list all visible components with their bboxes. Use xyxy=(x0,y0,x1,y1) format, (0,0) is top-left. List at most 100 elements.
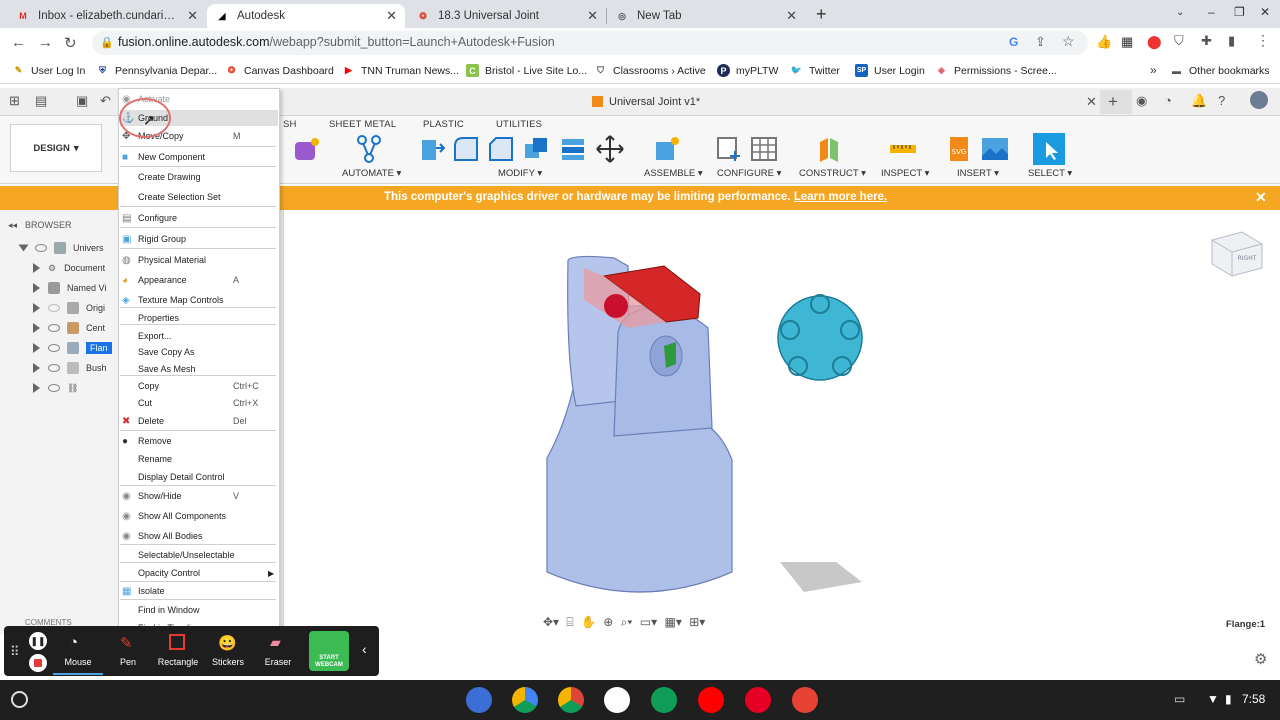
new-component-icon[interactable] xyxy=(652,134,682,164)
back-icon[interactable]: ← xyxy=(11,34,26,51)
extension-record-icon[interactable]: ⬤ xyxy=(1147,34,1162,50)
bookmark-user-log-in[interactable]: ✎ User Log In xyxy=(12,64,86,77)
close-icon[interactable]: ✕ xyxy=(386,8,397,24)
measure-icon[interactable] xyxy=(888,134,918,164)
cast-icon[interactable]: ▭ xyxy=(1174,692,1185,706)
reload-icon[interactable]: ↻ xyxy=(64,34,77,52)
window-close-icon[interactable]: ✕ xyxy=(1260,5,1270,19)
plus-icon[interactable]: + xyxy=(1108,92,1118,112)
insert-image-icon[interactable] xyxy=(980,134,1010,164)
collapse-toolbar-icon[interactable]: ‹ xyxy=(362,641,367,657)
fillet-icon[interactable] xyxy=(451,134,481,164)
expand-icon[interactable] xyxy=(33,263,40,273)
collapse-panel-icon[interactable]: ◂◂ xyxy=(8,220,17,231)
launcher-icon[interactable] xyxy=(11,691,28,708)
menu-item-physical-material[interactable]: ◍ Physical Material xyxy=(118,251,278,269)
menu-item-find-in-window[interactable]: Find in Window xyxy=(118,601,278,619)
browser-item-named-views[interactable]: Named Vi xyxy=(33,279,106,297)
app-screencastify[interactable] xyxy=(792,687,818,713)
yoke-model[interactable] xyxy=(546,255,733,593)
forward-icon[interactable]: → xyxy=(38,34,53,51)
grid-settings-icon[interactable]: ▦▾ xyxy=(665,615,682,629)
configuration-table-icon[interactable] xyxy=(749,134,779,164)
side-panel-icon[interactable]: ▮ xyxy=(1228,33,1235,49)
extension-shield-icon[interactable]: ⛉ xyxy=(1174,33,1184,49)
more-bookmarks-icon[interactable]: » xyxy=(1150,63,1157,77)
group-assemble[interactable]: ASSEMBLE ▾ xyxy=(644,168,703,179)
press-pull-icon[interactable] xyxy=(416,134,446,164)
browser-item-flange[interactable]: Flan xyxy=(33,339,112,357)
menu-item-new-component[interactable]: ■ New Component xyxy=(118,148,278,166)
close-document-icon[interactable]: ✕ xyxy=(1086,94,1097,110)
menu-item-appearance[interactable]: ◕ Appearance A xyxy=(118,271,278,289)
rectangle-icon[interactable] xyxy=(169,634,185,650)
viewcube[interactable]: RIGHT xyxy=(1211,231,1263,277)
flange-part[interactable] xyxy=(777,294,863,381)
group-automate[interactable]: AUTOMATE ▾ xyxy=(342,168,401,179)
expand-icon[interactable] xyxy=(33,383,40,393)
wifi-icon[interactable]: ▼ xyxy=(1207,692,1219,706)
shell-icon[interactable] xyxy=(521,134,551,164)
menu-item-create-drawing[interactable]: Create Drawing xyxy=(118,168,278,186)
expand-icon[interactable] xyxy=(33,363,40,373)
select-icon[interactable] xyxy=(1032,132,1066,166)
visibility-eye-icon[interactable] xyxy=(48,344,60,352)
browser-item-origin[interactable]: Origi xyxy=(33,299,105,317)
tab-gmail[interactable]: M Inbox - elizabeth.cundari@bristol ✕ xyxy=(8,4,206,28)
app-pinterest[interactable] xyxy=(745,687,771,713)
bookmark-canvas[interactable]: ❂ Canvas Dashboard xyxy=(225,64,334,77)
extension-thumb-icon[interactable]: 👍 xyxy=(1096,34,1112,50)
menu-item-delete[interactable]: ✖ Delete Del xyxy=(118,412,278,430)
expand-icon[interactable] xyxy=(33,323,40,333)
menu-item-texture-map-controls[interactable]: ◈ Texture Map Controls xyxy=(118,291,278,309)
bookmark-pennsylvania[interactable]: ⛨ Pennsylvania Depar... xyxy=(96,64,217,77)
share-icon[interactable]: ⇪ xyxy=(1035,34,1046,50)
expand-icon[interactable] xyxy=(33,303,40,313)
menu-item-remove[interactable]: ● Remove xyxy=(118,432,278,450)
extensions-puzzle-icon[interactable]: ✚ xyxy=(1201,33,1212,49)
menu-item-create-selection-set[interactable]: Create Selection Set xyxy=(118,188,278,206)
other-bookmarks[interactable]: ▬ Other bookmarks xyxy=(1170,64,1270,77)
automate-icon[interactable] xyxy=(354,134,384,164)
help-icon[interactable]: ? xyxy=(1218,93,1225,108)
menu-item-configure[interactable]: ▤ Configure xyxy=(118,209,278,227)
learn-more-link[interactable]: Learn more here. xyxy=(794,191,887,203)
tab-solid[interactable]: SH xyxy=(283,119,297,130)
undo-icon[interactable]: ↶ xyxy=(100,93,111,109)
expand-icon[interactable] xyxy=(18,244,29,252)
configure-icon[interactable] xyxy=(714,134,744,164)
menu-item-selectable-unselectable[interactable]: Selectable/Unselectable xyxy=(118,546,278,564)
expand-icon[interactable] xyxy=(33,343,40,353)
app-grid-icon[interactable]: ⊞ xyxy=(9,93,20,109)
bookmark-star-icon[interactable]: ☆ xyxy=(1062,33,1075,50)
menu-item-show-hide[interactable]: ◉ Show/Hide V xyxy=(118,487,278,505)
menu-item-display-detail-control[interactable]: Display Detail Control xyxy=(118,468,278,486)
look-at-icon[interactable]: ⌸ xyxy=(566,615,573,629)
sticker-icon[interactable]: 😀 xyxy=(218,634,237,652)
pen-icon[interactable]: ✎ xyxy=(120,634,133,652)
tab-utilities[interactable]: UTILITIES xyxy=(496,119,542,130)
save-icon[interactable]: ▣ xyxy=(76,93,88,109)
menu-item-cut[interactable]: Cut Ctrl+X xyxy=(118,394,278,412)
bookmark-tnn[interactable]: ▶ TNN Truman News... xyxy=(342,64,459,77)
lock-icon[interactable]: 🔒 xyxy=(100,36,114,49)
chamfer-icon[interactable] xyxy=(486,134,516,164)
browser-item-joints[interactable]: ⛓ xyxy=(33,379,84,397)
start-webcam-button[interactable]: START WEBCAM xyxy=(309,631,349,671)
menu-item-opacity-control[interactable]: Opacity Control ▶ xyxy=(118,564,278,582)
browser-item-center[interactable]: Cent xyxy=(33,319,105,337)
group-configure[interactable]: CONFIGURE ▾ xyxy=(717,168,781,179)
avatar[interactable] xyxy=(1250,91,1268,109)
expand-icon[interactable] xyxy=(33,283,40,293)
close-warning-icon[interactable]: ✕ xyxy=(1255,189,1267,206)
app-google-drive[interactable] xyxy=(512,687,538,713)
group-inspect[interactable]: INSPECT ▾ xyxy=(881,168,929,179)
viewports-icon[interactable]: ⊞▾ xyxy=(689,615,705,629)
menu-item-save-copy-as[interactable]: Save Copy As xyxy=(118,343,278,361)
zoom-window-icon[interactable]: ⌕▾ xyxy=(621,615,633,629)
tab-autodesk[interactable]: ◢ Autodesk ✕ xyxy=(207,4,405,28)
google-icon[interactable]: G xyxy=(1009,35,1018,49)
close-icon[interactable]: ✕ xyxy=(187,8,198,24)
url-text[interactable]: fusion.online.autodesk.com/webapp?submit… xyxy=(118,35,555,49)
display-settings-icon[interactable]: ▭▾ xyxy=(640,615,657,629)
